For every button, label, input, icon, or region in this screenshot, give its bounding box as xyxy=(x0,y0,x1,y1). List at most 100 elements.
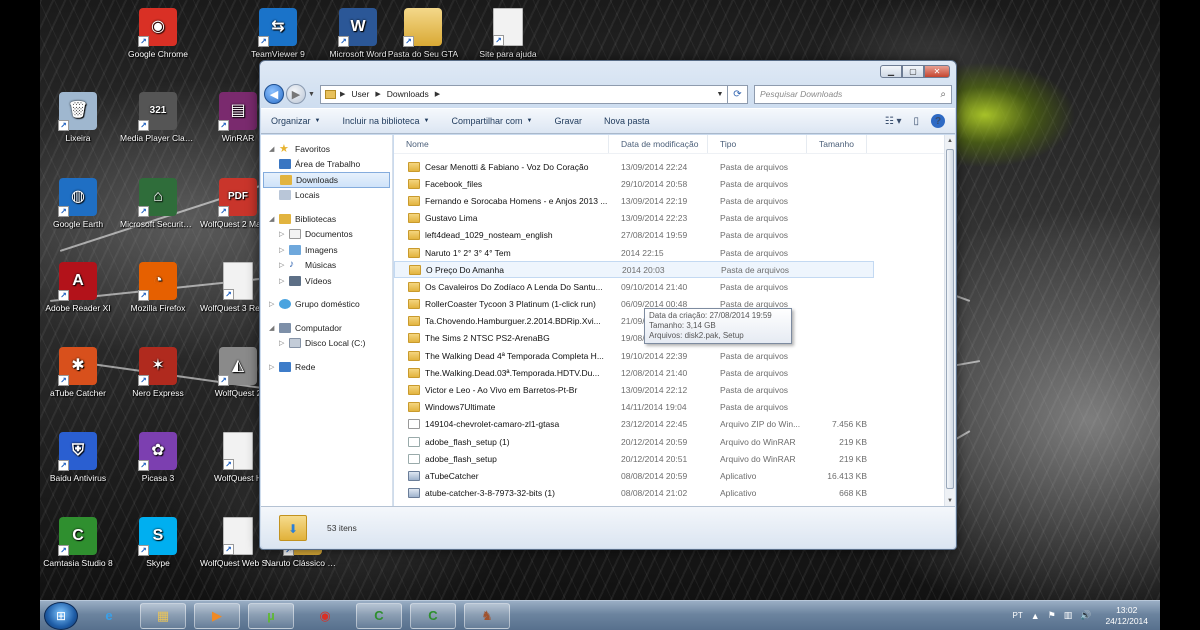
nav-network[interactable]: ▷ Rede xyxy=(261,359,392,375)
nav-music[interactable]: ▷ ♪ Músicas xyxy=(261,258,392,274)
desktop-shortcut[interactable]: ✱ ↗ aTube Catcher xyxy=(40,347,116,398)
expand-icon[interactable]: ▷ xyxy=(279,277,289,285)
file-row[interactable]: 149104-chevrolet-camaro-zl1-gtasa 23/12/2… xyxy=(394,416,944,433)
desktop-shortcut[interactable]: ↗ Site para ajuda xyxy=(470,8,546,59)
burn-button[interactable]: Gravar xyxy=(554,116,582,126)
taskbar-camtasia-recorder-button[interactable]: C xyxy=(410,602,456,629)
file-row[interactable]: aTubeCatcher 08/08/2014 20:59 Aplicativo 16… xyxy=(394,467,944,484)
taskbar-utorrent-button[interactable]: µ xyxy=(248,602,294,629)
chevron-right-icon[interactable]: ▶ xyxy=(435,90,440,98)
desktop-shortcut[interactable]: C ↗ Camtasia Studio 8 xyxy=(40,517,116,568)
nav-downloads[interactable]: Downloads xyxy=(263,172,390,188)
start-button[interactable]: ⊞ xyxy=(44,601,78,630)
desktop-shortcut[interactable]: ⛨ ↗ Baidu Antivirus xyxy=(40,432,116,483)
expand-icon[interactable]: ▷ xyxy=(279,261,289,269)
file-row[interactable]: O Preço Do Amanha 2014 20:03 Pasta de arqu… xyxy=(394,261,874,279)
collapse-icon[interactable]: ◢ xyxy=(269,215,279,223)
volume-icon[interactable]: 🔊 xyxy=(1080,610,1091,621)
new-folder-button[interactable]: Nova pasta xyxy=(604,116,650,126)
language-indicator[interactable]: PT xyxy=(1012,611,1022,620)
nav-homegroup[interactable]: ▷ Grupo doméstico xyxy=(261,297,392,313)
file-row[interactable]: Windows7Ultimate 14/11/2014 19:04 Pasta de… xyxy=(394,399,944,416)
taskbar-windows-explorer-button[interactable]: ▦ xyxy=(140,602,186,629)
desktop-shortcut[interactable]: ↗ Pasta do Seu GTA xyxy=(385,8,461,59)
action-center-icon[interactable]: ⚑ xyxy=(1048,610,1056,621)
desktop-shortcut[interactable]: ⇆ ↗ TeamViewer 9 xyxy=(240,8,316,59)
file-row[interactable]: Gustavo Lima 13/09/2014 22:23 Pasta de arq… xyxy=(394,210,944,227)
breadcrumb-downloads[interactable]: Downloads xyxy=(387,89,429,99)
taskbar-game-button[interactable]: ♞ xyxy=(464,602,510,629)
desktop-shortcut[interactable]: 🗑 ↗ Lixeira xyxy=(40,92,116,143)
file-row[interactable]: The Walking Dead 4ª Temporada Completa H… xyxy=(394,347,944,364)
network-status-icon[interactable]: ▥ xyxy=(1064,610,1073,621)
close-button[interactable]: ✕ xyxy=(924,65,950,78)
column-name[interactable]: Nome xyxy=(394,135,609,153)
organize-button[interactable]: Organizar ▼ xyxy=(271,116,320,126)
chevron-right-icon[interactable]: ▶ xyxy=(375,90,380,98)
file-row[interactable]: left4dead_1029_nosteam_english 27/08/2014… xyxy=(394,227,944,244)
collapse-icon[interactable]: ◢ xyxy=(269,145,279,153)
column-type[interactable]: Tipo xyxy=(708,135,807,153)
nav-favorites[interactable]: ◢ ★ Favoritos xyxy=(261,141,392,157)
desktop-shortcut[interactable]: 321 ↗ Media Player Classic xyxy=(120,92,196,143)
nav-local-disk[interactable]: ▷ Disco Local (C:) xyxy=(261,336,392,352)
expand-icon[interactable]: ▷ xyxy=(279,339,289,347)
file-row[interactable]: Cesar Menotti & Fabiano - Voz Do Coração… xyxy=(394,158,944,175)
refresh-button[interactable]: ⟳ xyxy=(728,84,748,104)
desktop-shortcut[interactable]: ◉ ↗ Google Chrome xyxy=(120,8,196,59)
search-input[interactable]: Pesquisar Downloads ⌕ xyxy=(754,84,952,104)
search-icon[interactable]: ⌕ xyxy=(940,89,946,100)
nav-desktop[interactable]: Área de Trabalho xyxy=(261,157,392,173)
back-button[interactable]: ◀ xyxy=(264,84,284,104)
taskbar-media-player-button[interactable]: ▶ xyxy=(194,602,240,629)
file-row[interactable]: The.Walking.Dead.03ª.Temporada.HDTV.Du..… xyxy=(394,364,944,381)
recent-pages-dropdown[interactable]: ▼ xyxy=(308,91,316,98)
minimize-button[interactable]: ▁ xyxy=(880,65,902,78)
nav-videos[interactable]: ▷ Vídeos xyxy=(261,273,392,289)
taskbar-chrome-button[interactable]: ◉ xyxy=(302,603,348,629)
forward-button[interactable]: ▶ xyxy=(286,84,306,104)
address-bar[interactable]: ▶ User ▶ Downloads ▶ ▼ xyxy=(320,84,728,104)
desktop-shortcut[interactable]: ✿ ↗ Picasa 3 xyxy=(120,432,196,483)
clock[interactable]: 13:02 24/12/2014 xyxy=(1105,605,1148,627)
nav-computer[interactable]: ◢ Computador xyxy=(261,320,392,336)
desktop-shortcut[interactable]: ⌂↗ Microsoft Security Essentials xyxy=(120,178,196,229)
file-row[interactable]: adobe_flash_setup 20/12/2014 20:51 Arquivo… xyxy=(394,450,944,467)
desktop-shortcut[interactable]: A ↗ Adobe Reader XI xyxy=(40,262,116,313)
expand-icon[interactable]: ▷ xyxy=(279,246,289,254)
taskbar-camtasia-button[interactable]: C xyxy=(356,602,402,629)
column-size[interactable]: Tamanho xyxy=(807,135,867,153)
vertical-scrollbar[interactable]: ▲ ▼ xyxy=(944,135,955,507)
desktop-shortcut[interactable]: S ↗ Skype xyxy=(120,517,196,568)
nav-libraries[interactable]: ◢ Bibliotecas xyxy=(261,211,392,227)
file-row[interactable]: Victor e Leo - Ao Vivo em Barretos-Pt-Br… xyxy=(394,381,944,398)
address-dropdown-icon[interactable]: ▼ xyxy=(713,91,727,98)
nav-documents[interactable]: ▷ Documentos xyxy=(261,227,392,243)
show-hidden-icons-icon[interactable]: ▲ xyxy=(1031,611,1040,621)
view-options-icon[interactable]: ☷ ▾ xyxy=(885,116,902,127)
nav-images[interactable]: ▷ Imagens xyxy=(261,242,392,258)
expand-icon[interactable]: ▷ xyxy=(269,363,279,371)
include-in-library-button[interactable]: Incluir na biblioteca ▼ xyxy=(342,116,429,126)
maximize-button[interactable]: ▢ xyxy=(902,65,924,78)
file-row[interactable]: Os Cavaleiros Do Zodíaco A Lenda Do Sant… xyxy=(394,278,944,295)
share-with-button[interactable]: Compartilhar com ▼ xyxy=(451,116,532,126)
file-row[interactable]: Naruto 1° 2° 3° 4° Tem 2014 22:15 Pasta de… xyxy=(394,244,944,261)
expand-icon[interactable]: ▷ xyxy=(279,230,289,238)
file-row[interactable]: adobe_flash_setup (1) 20/12/2014 20:59 Arq… xyxy=(394,433,944,450)
file-row[interactable]: Fernando e Sorocaba Homens - e Anjos 201… xyxy=(394,192,944,209)
preview-pane-icon[interactable]: ▯ xyxy=(913,116,919,127)
desktop-shortcut[interactable]: ◍ ↗ Google Earth xyxy=(40,178,116,229)
collapse-icon[interactable]: ◢ xyxy=(269,324,279,332)
expand-icon[interactable]: ▷ xyxy=(269,300,279,308)
nav-places[interactable]: Locais xyxy=(261,188,392,204)
file-row[interactable]: atube-catcher-3-8-7973-32-bits (1) 08/08/… xyxy=(394,485,944,502)
scroll-up-icon[interactable]: ▲ xyxy=(945,135,955,147)
desktop-shortcut[interactable]: ✶ ↗ Nero Express xyxy=(120,347,196,398)
help-icon[interactable]: ? xyxy=(931,114,945,128)
desktop-shortcut[interactable]: ◔ ↗ Mozilla Firefox xyxy=(120,262,196,313)
column-date[interactable]: Data de modificação xyxy=(609,135,708,153)
breadcrumb-user[interactable]: User xyxy=(351,89,369,99)
chevron-right-icon[interactable]: ▶ xyxy=(340,90,345,98)
scroll-thumb[interactable] xyxy=(946,149,954,489)
